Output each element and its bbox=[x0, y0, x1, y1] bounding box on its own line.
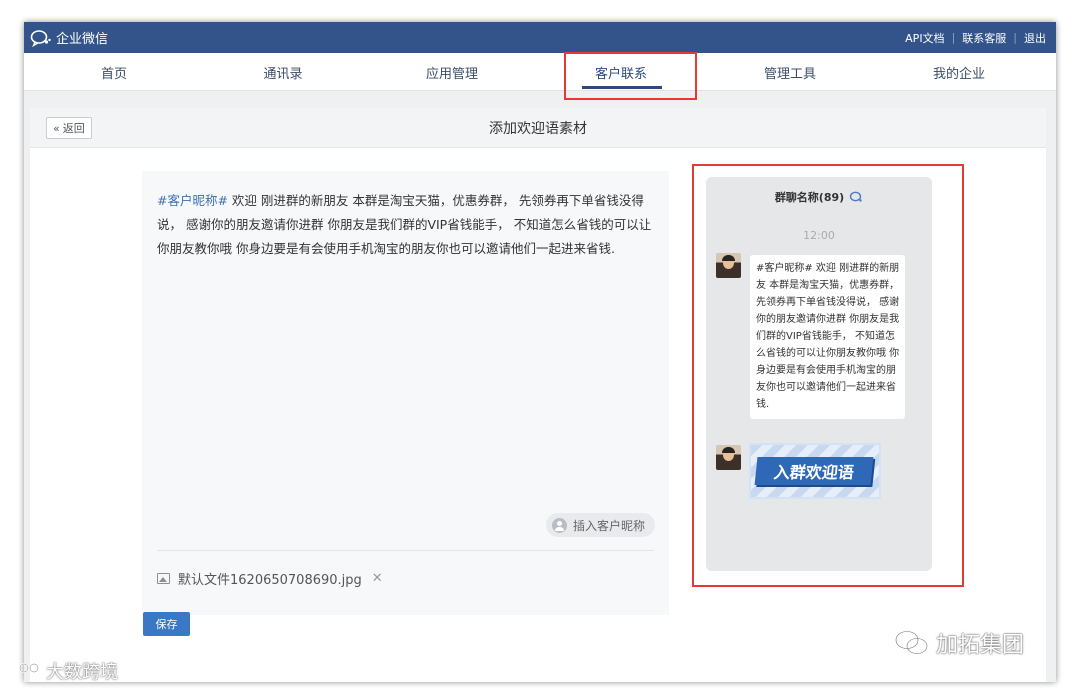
welcome-image: 入群欢迎语 bbox=[749, 443, 881, 499]
wechat-icon bbox=[10, 662, 39, 679]
chat-preview: 群聊名称(89) 12:00 #客户昵称# 欢迎 刚进群的新朋友 本群是淘宝天猫… bbox=[706, 177, 932, 571]
page-title: 添加欢迎语素材 bbox=[489, 121, 587, 137]
nav-app-management[interactable]: 应用管理 bbox=[392, 53, 512, 91]
group-name-text: 群聊名称(89) bbox=[774, 191, 845, 204]
avatar bbox=[716, 253, 741, 278]
welcome-image-text: 入群欢迎语 bbox=[754, 457, 874, 485]
contact-support-link[interactable]: 联系客服 bbox=[962, 30, 1006, 46]
message-editor[interactable]: #客户昵称# 欢迎 刚进群的新朋友 本群是淘宝天猫，优惠券群， 先领券再下单省钱… bbox=[142, 171, 669, 615]
divider: | bbox=[951, 31, 956, 44]
wechat-icon bbox=[895, 630, 928, 655]
message-body: 欢迎 刚进群的新朋友 本群是淘宝天猫，优惠券群， 先领券再下单省钱没得说， 感谢… bbox=[157, 193, 652, 256]
watermark-left: 大数跨境 bbox=[8, 657, 118, 685]
top-links: API文档 | 联系客服 | 退出 bbox=[905, 22, 1046, 53]
message-bubble: #客户昵称# 欢迎 刚进群的新朋友 本群是淘宝天猫，优惠券群， 先领券再下单省钱… bbox=[750, 255, 905, 419]
avatar bbox=[716, 445, 741, 470]
group-name: 群聊名称(89) bbox=[706, 189, 932, 205]
back-label: 返回 bbox=[62, 122, 85, 135]
image-icon bbox=[157, 572, 170, 584]
insert-nickname-label: 插入客户昵称 bbox=[573, 518, 646, 533]
chat-bubble-icon bbox=[849, 191, 862, 202]
watermark-right: 加拓集团 bbox=[894, 625, 1024, 661]
api-docs-link[interactable]: API文档 bbox=[905, 30, 944, 46]
double-chevron-left-icon: « bbox=[53, 121, 60, 135]
message-time: 12:00 bbox=[803, 229, 835, 242]
nav-contacts[interactable]: 通讯录 bbox=[223, 53, 343, 91]
card-header: 添加欢迎语素材 « 返回 bbox=[30, 108, 1046, 148]
divider: | bbox=[1013, 31, 1017, 44]
attachment-row: 默认文件1620650708690.jpg ✕ bbox=[157, 567, 383, 589]
brand[interactable]: 企业微信 bbox=[30, 22, 108, 53]
nav-highlight-box bbox=[564, 52, 697, 100]
attachment-file-name: 默认文件1620650708690.jpg bbox=[178, 572, 362, 588]
content-card: 添加欢迎语素材 « 返回 #客户昵称# 欢迎 刚进群的新朋友 本群是淘宝天猫，优… bbox=[30, 108, 1046, 682]
nickname-tag: #客户昵称# bbox=[157, 193, 228, 208]
save-button[interactable]: 保存 bbox=[143, 612, 190, 636]
insert-nickname-button[interactable]: 插入客户昵称 bbox=[546, 513, 656, 537]
watermark-right-text: 加拓集团 bbox=[936, 633, 1025, 658]
user-icon bbox=[552, 517, 567, 533]
nav-home[interactable]: 首页 bbox=[54, 53, 174, 91]
close-icon[interactable]: ✕ bbox=[372, 571, 383, 586]
top-bar: 企业微信 API文档 | 联系客服 | 退出 bbox=[24, 22, 1056, 53]
nav-management-tools[interactable]: 管理工具 bbox=[730, 53, 850, 91]
main-nav: 首页 通讯录 应用管理 客户联系 管理工具 我的企业 bbox=[24, 53, 1056, 91]
nav-my-company[interactable]: 我的企业 bbox=[899, 53, 1019, 91]
app-window: 企业微信 API文档 | 联系客服 | 退出 首页 通讯录 应用管理 客户联系 … bbox=[24, 22, 1056, 682]
divider bbox=[157, 550, 654, 551]
message-text[interactable]: #客户昵称# 欢迎 刚进群的新朋友 本群是淘宝天猫，优惠券群， 先领券再下单省钱… bbox=[157, 189, 657, 261]
wechat-work-logo-icon bbox=[30, 29, 51, 47]
watermark-left-text: 大数跨境 bbox=[46, 662, 118, 683]
back-button[interactable]: « 返回 bbox=[46, 117, 92, 139]
logout-link[interactable]: 退出 bbox=[1024, 30, 1046, 46]
brand-name: 企业微信 bbox=[56, 32, 109, 47]
